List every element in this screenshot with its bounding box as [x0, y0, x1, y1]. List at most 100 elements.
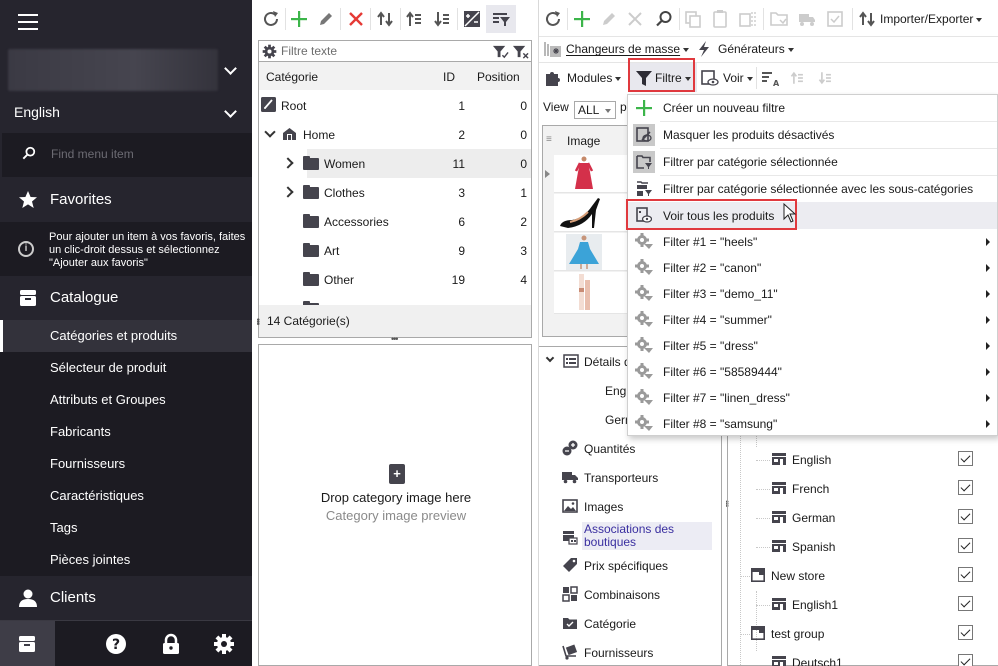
view-select[interactable]: ALL	[574, 101, 616, 119]
menu-search[interactable]: Find menu item	[2, 133, 252, 177]
table-row-selected[interactable]: Women 11 0	[259, 149, 531, 178]
shop-row-german[interactable]: German	[728, 503, 998, 532]
tree-item-carriers[interactable]: Transporteurs	[539, 465, 722, 491]
category-filter-toggle-button[interactable]	[486, 5, 516, 33]
menu-item-saved-filter[interactable]: Filter #3 = "demo_11"	[628, 281, 997, 307]
sidebar-section-clients[interactable]: Clients	[0, 576, 252, 620]
modules-menu[interactable]: Modules	[567, 71, 622, 85]
tree-item-category[interactable]: Catégorie	[539, 611, 722, 637]
column-menu-icon[interactable]: ≡	[546, 134, 552, 145]
menu-item-saved-filter[interactable]: Filter #2 = "canon"	[628, 255, 997, 281]
hamburger-menu-icon[interactable]	[18, 14, 38, 30]
store-chevron-down-icon[interactable]	[224, 63, 238, 77]
menu-item-saved-filter[interactable]: Filter #1 = "heels"	[628, 229, 997, 255]
menu-item-saved-filter[interactable]: Filter #4 = "summer"	[628, 307, 997, 333]
product-image-blue-dress[interactable]	[554, 233, 629, 271]
menu-item-saved-filter[interactable]: Filter #5 = "dress"	[628, 333, 997, 359]
sort-descending-icon[interactable]	[432, 8, 454, 30]
menu-item-hide-disabled[interactable]: Masquer les produits désactivés	[628, 122, 997, 148]
language-chevron-down-icon[interactable]	[224, 106, 238, 120]
sort-ascending-icon[interactable]	[404, 8, 426, 30]
sidebar-item-suppliers[interactable]: Fournisseurs	[0, 448, 252, 480]
clear-filter-icon[interactable]	[512, 43, 529, 60]
shop-checkbox[interactable]	[958, 509, 973, 524]
shop-checkbox[interactable]	[958, 654, 973, 666]
search-icon[interactable]	[653, 8, 675, 30]
shop-row-english[interactable]: English	[728, 445, 998, 474]
apply-filter-icon[interactable]	[492, 43, 509, 60]
add-product-icon[interactable]	[571, 8, 593, 30]
column-header-id[interactable]: ID	[443, 70, 455, 84]
sidebar-item-product-selector[interactable]: Sélecteur de produit	[0, 352, 252, 384]
chevron-down-icon[interactable]	[545, 353, 555, 363]
shop-row-english1[interactable]: English1	[728, 590, 998, 619]
sidebar-item-attributes[interactable]: Attributs et Groupes	[0, 384, 252, 416]
move-to-category-icon[interactable]	[768, 8, 790, 30]
menu-search-input[interactable]: Find menu item	[51, 147, 134, 161]
sidebar-section-catalogue[interactable]: Catalogue	[0, 276, 252, 320]
shop-checkbox[interactable]	[958, 451, 973, 466]
product-image-lipstick[interactable]	[554, 272, 629, 314]
import-export-icon[interactable]	[856, 8, 878, 30]
chevron-right-icon[interactable]	[282, 186, 294, 198]
table-row[interactable]: Root 1 0	[259, 91, 531, 120]
refresh-icon[interactable]	[260, 8, 282, 30]
approve-icon[interactable]	[824, 8, 846, 30]
menu-item-filter-by-category[interactable]: Filtrer par catégorie sélectionnée	[628, 149, 997, 175]
sidebar-section-favorites[interactable]: Favorites	[0, 178, 252, 222]
add-category-icon[interactable]	[288, 8, 310, 30]
menu-item-saved-filter[interactable]: Filter #6 = "58589444"	[628, 359, 997, 385]
menu-item-create-filter[interactable]: Créer un nouveau filtre	[628, 95, 997, 121]
menu-item-saved-filter[interactable]: Filter #7 = "linen_dress"	[628, 385, 997, 411]
sidebar-item-categories-products[interactable]: Catégories et produits	[0, 320, 252, 352]
copy-icon[interactable]	[682, 8, 704, 30]
shop-checkbox[interactable]	[958, 625, 973, 640]
chevron-right-icon[interactable]	[282, 157, 294, 169]
category-image-drop-zone[interactable]: + Drop category image here Category imag…	[258, 344, 532, 666]
move-up-down-icon[interactable]	[374, 8, 396, 30]
column-header-image[interactable]: Image	[567, 134, 600, 148]
shipping-icon[interactable]	[796, 8, 818, 30]
table-row[interactable]: Art 9 3	[259, 236, 531, 265]
sidebar-item-tags[interactable]: Tags	[0, 512, 252, 544]
import-export-menu[interactable]: Importer/Exporter	[880, 12, 983, 26]
gear-icon[interactable]	[262, 44, 277, 59]
paste-icon[interactable]	[709, 8, 731, 30]
store-selector[interactable]	[8, 49, 218, 91]
shop-row-french[interactable]: French	[728, 474, 998, 503]
product-image-black-heels[interactable]	[554, 194, 629, 232]
help-icon[interactable]: ?	[105, 633, 127, 655]
shop-checkbox[interactable]	[958, 567, 973, 582]
shop-group-new-store[interactable]: New store	[728, 561, 998, 590]
tree-item-combinations[interactable]: Combinaisons	[539, 582, 722, 608]
category-filter-input[interactable]: Filtre texte	[258, 40, 532, 62]
refresh-icon[interactable]	[542, 8, 564, 30]
tree-item-shop-associations[interactable]: Associations des boutiques	[539, 522, 722, 552]
delete-icon[interactable]	[624, 8, 646, 30]
vertical-splitter-handle[interactable]: •••	[253, 318, 263, 324]
delete-icon[interactable]	[345, 8, 367, 30]
product-image-red-dress[interactable]	[554, 155, 629, 193]
table-row[interactable]: Home 2 0	[259, 120, 531, 149]
sidebar-item-features[interactable]: Caractéristiques	[0, 480, 252, 512]
shop-row-spanish[interactable]: Spanish	[728, 532, 998, 561]
language-selector[interactable]: English	[14, 104, 60, 120]
generators-menu[interactable]: Générateurs	[718, 42, 794, 56]
tree-item-quantities[interactable]: Quantités	[539, 436, 722, 462]
view-menu[interactable]: Voir	[723, 71, 753, 85]
menu-item-saved-filter[interactable]: Filter #8 = "samsung"	[628, 411, 997, 437]
duplicate-icon[interactable]	[736, 8, 758, 30]
chevron-down-icon[interactable]	[264, 126, 276, 138]
expand-collapse-icon[interactable]	[461, 8, 483, 30]
column-header-category[interactable]: Catégorie	[266, 70, 318, 84]
sidebar-item-attachments[interactable]: Pièces jointes	[0, 544, 252, 576]
tree-item-images[interactable]: Images	[539, 494, 722, 520]
horizontal-splitter-handle[interactable]: •••	[391, 334, 399, 344]
text-format-icon[interactable]: A	[761, 69, 779, 87]
table-row[interactable]: Accessories 6 2	[259, 207, 531, 236]
shop-row-deutsch1[interactable]: Deutsch1	[728, 648, 998, 666]
catalogue-shortcut-button[interactable]	[0, 621, 55, 666]
sort-ascending-icon[interactable]	[789, 69, 807, 87]
tree-item-specific-prices[interactable]: Prix spécifiques	[539, 553, 722, 579]
column-header-position[interactable]: Position	[477, 70, 520, 84]
